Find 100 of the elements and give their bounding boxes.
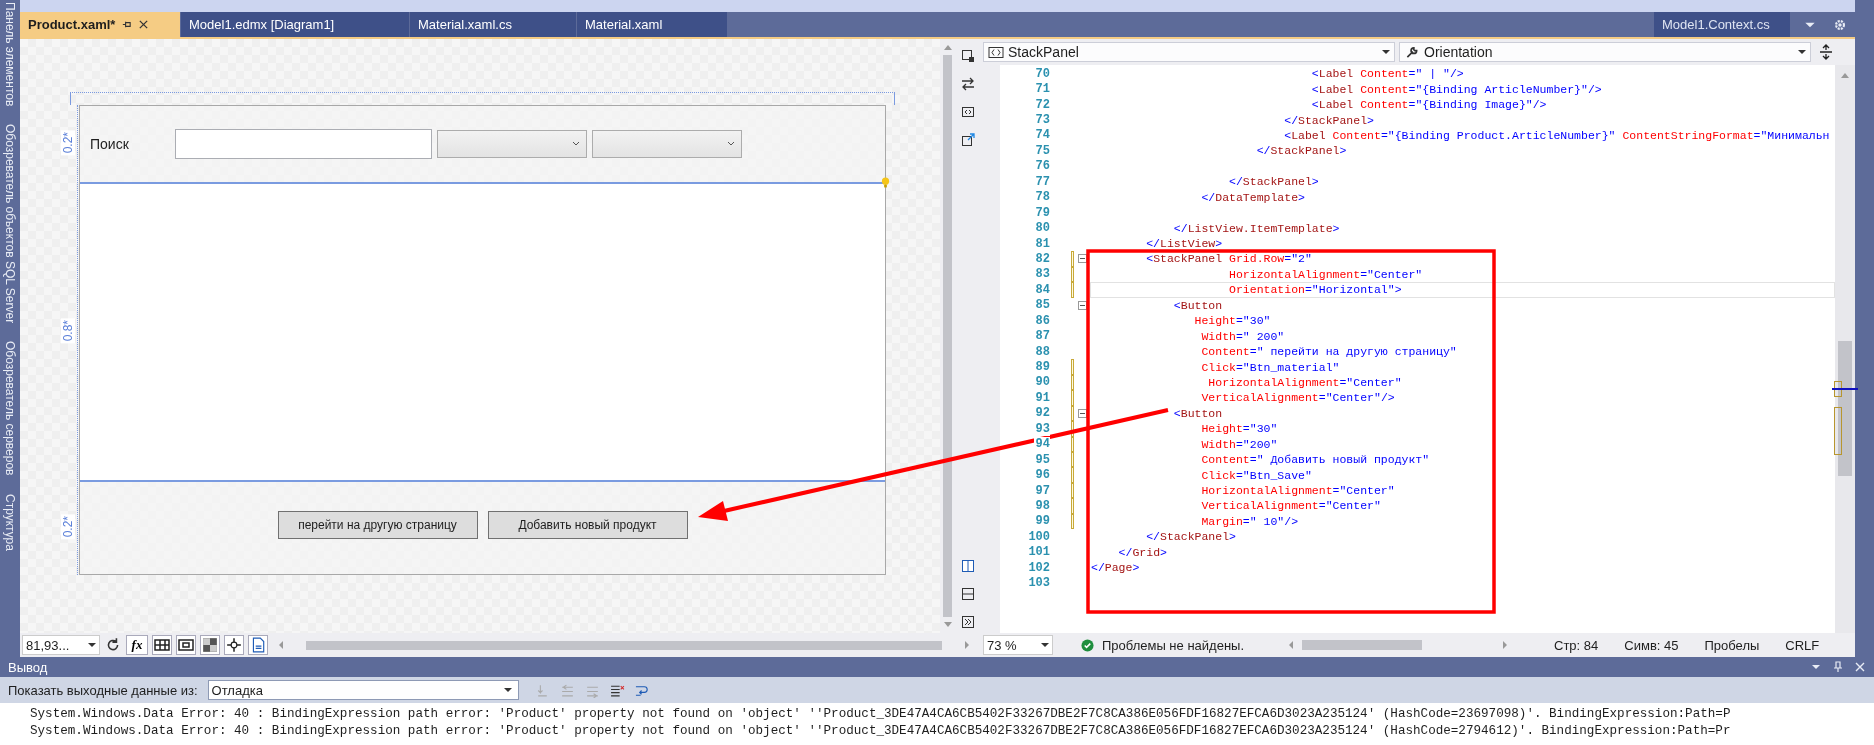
collapse-pane-icon[interactable] — [960, 615, 975, 629]
document-tab[interactable]: Model1.edmx [Diagram1] — [181, 12, 410, 37]
row-size-label[interactable]: 0.2* — [60, 130, 75, 156]
code-line: </Grid> — [1117, 545, 1167, 559]
checkerboard-icon[interactable] — [200, 635, 220, 655]
code-line: </StackPanel> — [1283, 113, 1374, 127]
preview-button[interactable]: перейти на другую страницу — [277, 511, 478, 539]
change-mark — [1834, 407, 1842, 455]
document-tab[interactable]: Product.xaml* — [20, 12, 181, 37]
collapse-icon[interactable] — [1078, 254, 1087, 264]
code-line: </DataTemplate> — [1200, 190, 1305, 204]
vertical-split-icon[interactable] — [960, 559, 975, 573]
status-message: Проблемы не найдены. — [1102, 637, 1245, 653]
code-line: </StackPanel> — [1228, 175, 1319, 189]
side-panel-tab[interactable]: Структура — [0, 493, 20, 551]
zoom-dropdown[interactable]: 81,93... — [22, 635, 100, 655]
code-line: Width="200" — [1200, 437, 1278, 451]
check-icon — [1081, 638, 1094, 652]
scroll-up-icon[interactable] — [942, 43, 953, 51]
property-dropdown[interactable]: Orientation — [1399, 42, 1811, 62]
scroll-right-icon[interactable] — [1502, 640, 1509, 650]
chevron-icon — [572, 141, 580, 147]
formula-button[interactable]: fx — [126, 635, 148, 655]
output-source-label: Показать выходные данные из: — [8, 682, 198, 698]
vertical-scrollbar[interactable] — [1835, 65, 1855, 633]
vertical-scrollbar[interactable] — [940, 39, 955, 633]
column-indicator[interactable]: Симв: 45 — [1624, 637, 1679, 653]
close-icon[interactable] — [138, 19, 150, 30]
popout-icon[interactable] — [960, 133, 975, 147]
code-line: Width=" 200" — [1200, 329, 1285, 343]
wrench-icon — [1404, 45, 1420, 59]
element-icon — [988, 45, 1004, 59]
pin-icon[interactable] — [121, 19, 133, 30]
cursor-mark — [1832, 388, 1858, 390]
caret-icon — [1382, 49, 1390, 55]
search-field[interactable] — [175, 129, 432, 159]
code-line: </ListView> — [1145, 237, 1223, 251]
line-number: 93 — [1033, 421, 1050, 436]
element-dropdown[interactable]: StackPanel — [983, 42, 1395, 62]
code-line: </Page> — [1091, 561, 1140, 575]
side-panel-tab[interactable]: Панель элементов — [0, 2, 20, 107]
code-line: <Button — [1172, 406, 1223, 420]
collapse-icon[interactable] — [1078, 408, 1087, 418]
code-line: <Label Content="{Binding Image}"/> — [1310, 98, 1547, 112]
log-line: System.Windows.Data Error: 40 : BindingExpression path error: 'Product' property not found on 'object' ''Product_3DE47A4CA6CB5402F33267DBE2F7C8CA386E056FDF16827EFCA6D3023A235124' (HashCode=2794612)'. BindingExpression:Path=Pr — [30, 723, 1732, 740]
output-source-dropdown[interactable]: Отладка — [207, 680, 519, 700]
chevron-icon — [727, 141, 735, 147]
code-line: </StackPanel> — [1255, 144, 1347, 158]
code-line: Content=" Добавить новый продукт" — [1200, 453, 1430, 467]
code-line: VerticalAlignment="Center" — [1200, 499, 1381, 513]
line-ending-indicator[interactable]: CRLF — [1785, 637, 1820, 653]
document-tab[interactable]: Material.xaml — [577, 12, 728, 37]
code-line: <StackPanel Grid.Row="2" — [1145, 252, 1312, 266]
side-panel-tab[interactable]: Обозреватель серверов — [0, 341, 20, 476]
scroll-left-icon[interactable] — [1288, 640, 1295, 650]
side-panel-tab[interactable]: Обозреватель объектов SQL Server — [0, 124, 20, 324]
grid-icon[interactable] — [152, 635, 172, 655]
code-line: Click="Btn_material" — [1200, 360, 1340, 374]
code-line: </ListView.ItemTemplate> — [1172, 221, 1340, 235]
scroll-down-icon[interactable] — [942, 621, 953, 629]
horizontal-split-icon[interactable] — [960, 587, 975, 601]
line-indicator[interactable]: Стр: 84 — [1554, 637, 1599, 653]
scroll-left-icon[interactable] — [278, 640, 284, 650]
code-line: Margin=" 10"/> — [1200, 514, 1299, 528]
row-size-label[interactable]: 0.8* — [60, 318, 75, 344]
snap-grid-icon[interactable] — [176, 635, 196, 655]
document-tab[interactable]: Model1.Context.cs — [1654, 12, 1791, 37]
code-line: Height="30" — [1200, 422, 1278, 436]
code-line: Orientation="Horizontal"> — [1228, 283, 1402, 297]
xaml-view-icon[interactable] — [960, 105, 975, 119]
caret-icon — [1041, 642, 1049, 648]
caret-icon — [88, 642, 96, 648]
split-editor-icon[interactable] — [1819, 44, 1833, 60]
caret-icon — [1798, 49, 1806, 55]
row-size-label[interactable]: 0.2* — [60, 514, 75, 540]
scroll-right-icon[interactable] — [964, 640, 970, 650]
panel-title: Вывод — [8, 659, 48, 675]
code-line: <Label Content=" | "/> — [1310, 67, 1464, 81]
swap-icon[interactable] — [960, 77, 975, 91]
snap-lines-icon[interactable] — [224, 635, 244, 655]
document-icon[interactable] — [248, 635, 268, 655]
collapse-icon[interactable] — [1078, 300, 1087, 310]
code-line: VerticalAlignment="Center"/> — [1200, 391, 1395, 405]
scroll-up-icon[interactable] — [1840, 71, 1850, 79]
code-line: </StackPanel> — [1145, 530, 1236, 544]
code-line: <Label Content="{Binding Product.ArticleNumber}" ContentStringFormat="Минимальн — [1283, 128, 1830, 142]
code-line: Click="Btn_Save" — [1200, 468, 1312, 482]
indent-indicator[interactable]: Пробелы — [1704, 637, 1760, 653]
preview-button[interactable]: Добавить новый продукт — [487, 511, 688, 539]
zoom-dropdown[interactable]: 73 % — [983, 635, 1053, 655]
document-tab[interactable]: Material.xaml.cs — [410, 12, 577, 37]
horizontal-scrollbar[interactable] — [1288, 640, 1509, 650]
lightbulb-icon[interactable] — [881, 177, 890, 188]
settings-icon[interactable] — [1833, 17, 1847, 32]
code-line: HorizontalAlignment="Center" — [1228, 267, 1423, 281]
search-label: Поиск — [90, 136, 130, 152]
caret-icon — [503, 687, 512, 693]
horizontal-scrollbar[interactable] — [278, 640, 970, 650]
design-view-icon[interactable] — [960, 49, 975, 63]
code-line: <Button — [1172, 298, 1223, 312]
